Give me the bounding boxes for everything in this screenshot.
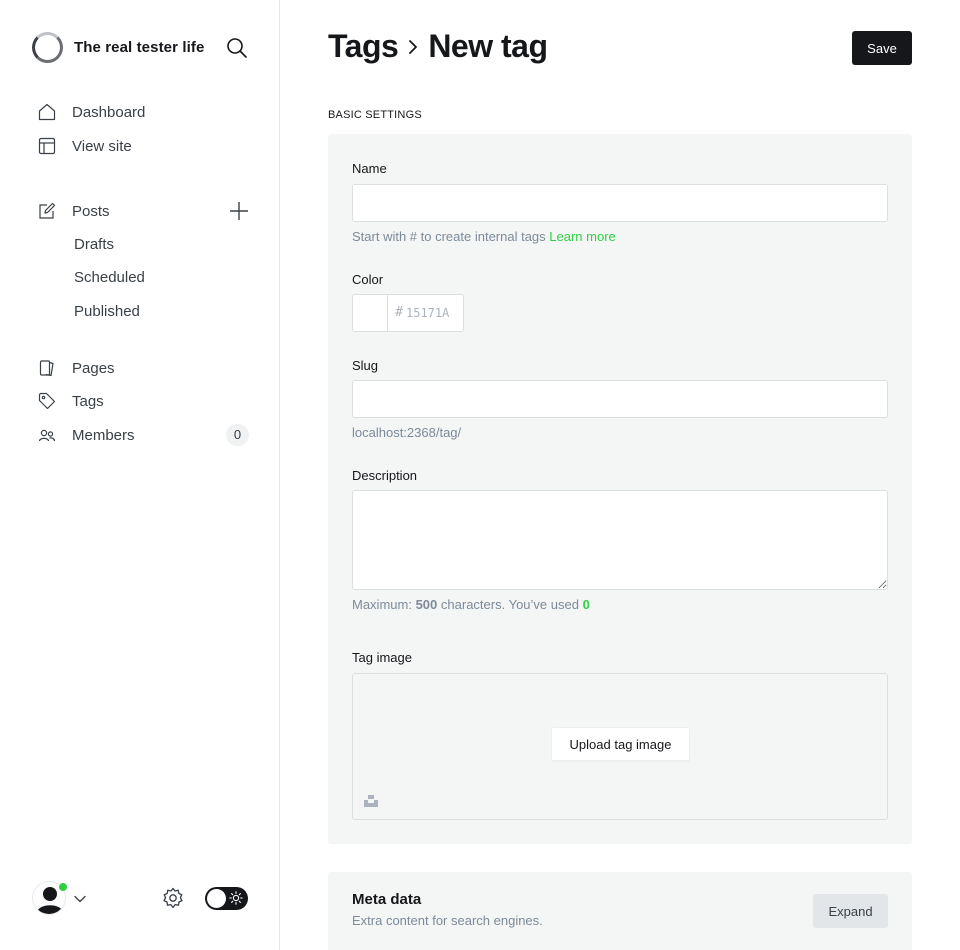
new-post-plus-icon[interactable] [229,201,249,221]
description-max-chars: 500 [415,597,438,612]
learn-more-link[interactable]: Learn more [549,229,615,244]
section-title-basic-settings: BASIC SETTINGS [328,109,422,121]
online-status-indicator [58,882,68,892]
name-hint-text: Start with # to create internal tags [352,229,546,244]
gear-icon[interactable] [162,887,184,909]
name-input[interactable] [352,184,888,222]
description-textarea[interactable] [352,490,888,590]
meta-data-subtitle: Extra content for search engines. [352,913,543,928]
name-hint: Start with # to create internal tags Lea… [352,229,616,244]
tag-icon [38,392,56,410]
nav-dashboard-label: Dashboard [72,103,146,121]
chevron-down-icon[interactable] [74,892,86,904]
theme-toggle[interactable] [205,887,248,910]
brand[interactable]: The real tester life [32,32,204,63]
home-icon [38,103,56,121]
color-hash-prefix: # [395,305,403,320]
upload-tag-image-button[interactable]: Upload tag image [551,727,690,761]
meta-data-panel: Meta data Extra content for search engin… [328,872,912,950]
members-count-badge: 0 [226,424,249,446]
page-title: Tags New tag [328,28,548,65]
description-hint: Maximum: 500 characters. You’ve used 0 [352,597,590,612]
nav-pages[interactable]: Pages [38,356,115,380]
color-field: # [352,294,464,332]
nav-pages-label: Pages [72,359,115,377]
save-button[interactable]: Save [852,31,912,65]
description-label: Description [352,468,418,483]
nav-view-site[interactable]: View site [38,134,132,158]
nav-posts-label: Posts [72,202,110,220]
color-hex-input[interactable] [403,295,463,331]
meta-data-expand-button[interactable]: Expand [813,894,888,928]
pencil-edit-icon [38,202,56,220]
nav-view-site-label: View site [72,137,132,155]
tag-image-label: Tag image [352,650,412,665]
nav-scheduled[interactable]: Scheduled [74,268,145,288]
color-label: Color [352,272,384,287]
basic-settings-panel: Name Start with # to create internal tag… [328,134,912,844]
breadcrumb-tags-link[interactable]: Tags [328,28,399,65]
breadcrumb-current: New tag [428,28,548,64]
pages-icon [38,359,56,377]
nav-published[interactable]: Published [74,302,140,322]
nav-posts[interactable]: Posts [38,199,110,223]
name-label: Name [352,161,387,176]
unsplash-icon[interactable] [364,794,378,808]
members-icon [38,426,56,444]
slug-input[interactable] [352,380,888,418]
meta-data-title: Meta data [352,891,422,908]
tag-image-dropzone[interactable]: Upload tag image [352,673,888,820]
nav-tags[interactable]: Tags [38,389,104,413]
chevron-right-icon [406,38,420,56]
site-logo-icon [32,32,63,63]
color-swatch[interactable] [353,295,389,331]
slug-url-preview: localhost:2368/tag/ [352,425,462,440]
sidebar: The real tester life Dashboard View site… [0,0,280,950]
site-title: The real tester life [74,39,205,56]
nav-tags-label: Tags [72,392,104,410]
search-icon[interactable] [226,37,248,59]
nav-members-label: Members [72,426,135,444]
nav-drafts[interactable]: Drafts [74,235,114,255]
layout-icon [38,137,56,155]
nav-members[interactable]: Members [38,423,135,447]
slug-label: Slug [352,358,379,373]
description-hint-middle: characters. You’ve used [440,597,579,612]
description-used-count: 0 [582,597,590,612]
toggle-knob [207,889,226,908]
description-hint-prefix: Maximum: [352,597,412,612]
main-content: Tags New tag Save BASIC SETTINGS Name St… [280,0,960,950]
nav-dashboard[interactable]: Dashboard [38,100,145,124]
sun-icon [229,891,243,905]
